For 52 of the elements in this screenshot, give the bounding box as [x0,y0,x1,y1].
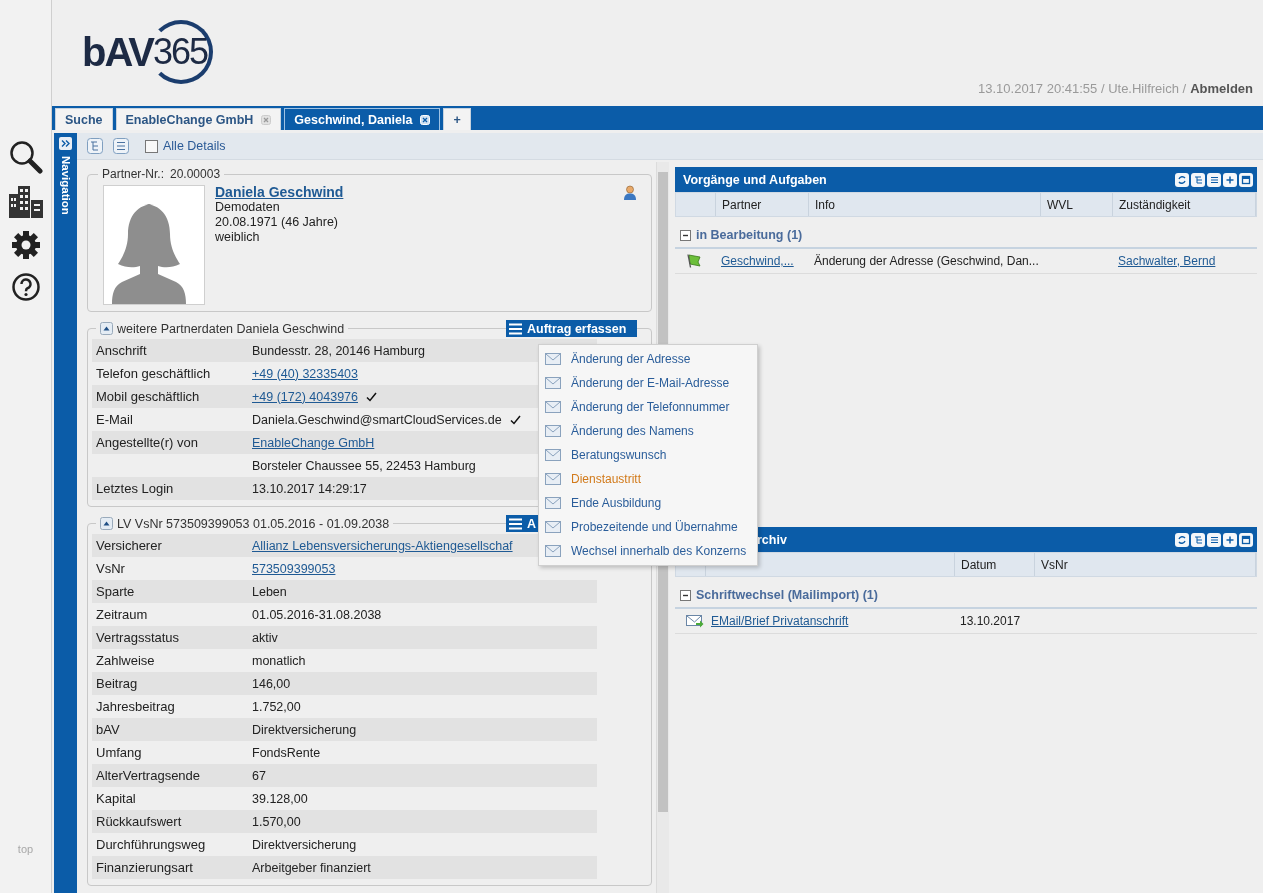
checkbox-label: Alle Details [163,139,226,153]
field-label: VsNr [96,561,126,576]
partner-note: Demodaten [215,200,281,215]
field-value: Bundesstr. 28, 20146 Hamburg [252,343,426,358]
field-value: Direktversicherung [252,837,357,852]
field-value: Leben [252,584,287,599]
field-value: 67 [252,768,266,783]
field-value: Daniela.Geschwind@smartCloudServices.de [252,412,502,427]
field-label: bAV [96,722,121,737]
panel-title: rchiv [756,532,787,547]
field-label: Zahlweise [96,653,156,668]
gender: weiblich [215,230,261,245]
field-value: Direktversicherung [252,722,357,737]
field-label: Zeitraum [96,607,149,622]
field-label: E-Mail [96,412,134,427]
field-label: Anschrift [96,343,148,358]
field-label: Telefon geschäftlich [96,366,212,381]
field-value: FondsRente [252,745,321,760]
field-label: Rückkaufswert [96,814,183,829]
field-label: Sparte [96,584,136,599]
section-title: LV VsNr 573509399053 01.05.2016 - 01.09.2038 [117,516,390,531]
field-label: Mobil geschäftlich [96,389,201,404]
field-value: aktiv [252,630,278,645]
field-label: Durchführungsweg [96,837,207,852]
field-label: Finanzierungsart [96,860,194,875]
footer-text: top [17,843,34,855]
field-label: Jahresbeitrag [96,699,176,714]
partner-number-label: Partner-Nr.: [102,167,164,181]
field-label: Umfang [96,745,143,760]
field-label: AlterVertragsende [96,768,202,783]
section-title: weitere Partnerdaten Daniela Geschwind [117,321,345,336]
panel-title: Vorgänge und Aufgaben [683,172,827,187]
field-value: Borsteler Chaussee 55, 22453 Hamburg [252,458,476,473]
field-label: Angestellte(r) von [96,435,199,450]
field-label: Vertragsstatus [96,630,181,645]
field-value: 39.128,00 [252,791,308,806]
field-value: 146,00 [252,676,291,691]
field-label: Versicherer [96,538,163,553]
field-value: Arbeitgeber finanziert [252,860,371,875]
field-label: Letztes Login [96,481,175,496]
table-cell: Änderung der Adresse (Geschwind, Dan... [814,254,1039,268]
session-info: 13.10.2017 20:41:55 / Ute.Hilfreich / [978,81,1187,96]
field-value: 13.10.2017 14:29:17 [252,481,367,496]
birth-date: 20.08.1971 (46 Jahre) [215,215,339,230]
field-value: monatlich [252,653,306,668]
table-cell: 13.10.2017 [960,614,1021,628]
field-label: Beitrag [96,676,139,691]
field-value: 01.05.2016-31.08.2038 [252,607,382,622]
partner-number: 20.00003 [170,167,221,181]
field-label: Kapital [96,791,137,806]
field-value: 1.752,00 [252,699,301,714]
field-value: 1.570,00 [252,814,301,829]
